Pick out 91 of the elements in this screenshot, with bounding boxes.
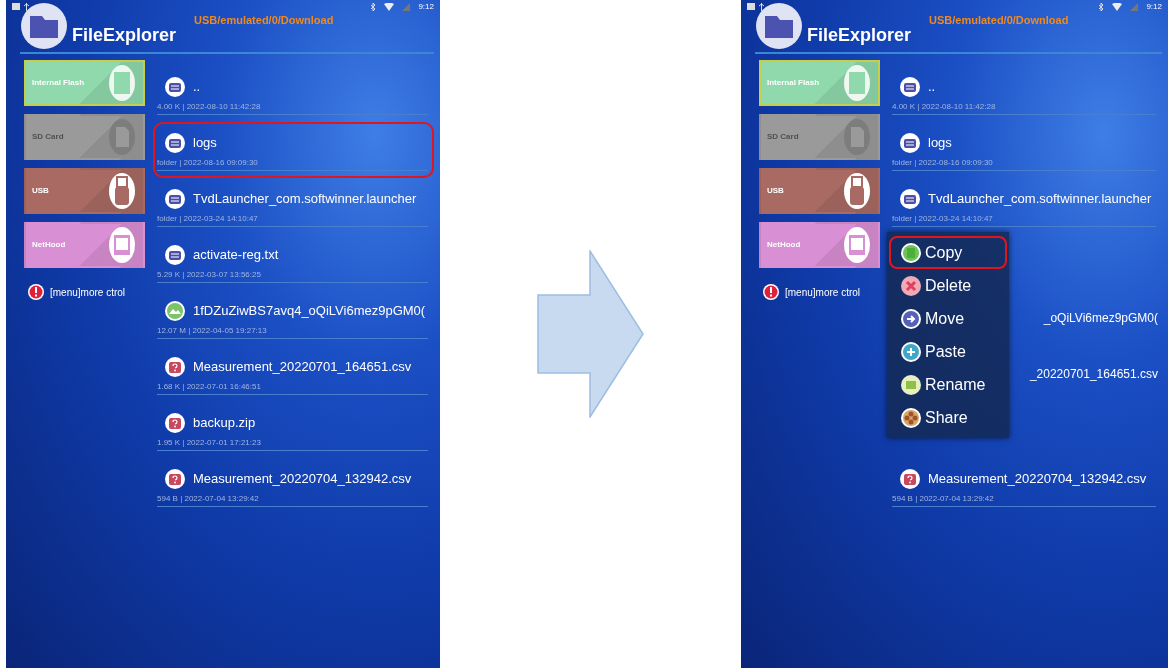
folder-icon bbox=[900, 77, 920, 97]
monitor-icon bbox=[107, 225, 137, 265]
file-row[interactable]: Measurement_20220701_164651.csv 1.68 K | 2022-07-01 16:46:51 bbox=[153, 346, 434, 402]
clock-time: 9:12 bbox=[418, 1, 434, 13]
file-name: TvdLauncher_com.softwinner.launcher bbox=[193, 190, 417, 209]
bluetooth-icon bbox=[1098, 2, 1105, 12]
unknown-file-icon bbox=[165, 469, 185, 489]
file-row[interactable]: logs folder | 2022-08-16 09:09:30 bbox=[153, 122, 434, 178]
app-title: FileExplorer bbox=[807, 24, 912, 47]
sd-card-icon bbox=[842, 117, 872, 157]
path-text: USB/emulated/0/Download bbox=[194, 13, 334, 28]
close-icon bbox=[901, 275, 921, 296]
folder-icon bbox=[20, 2, 68, 50]
arrow-icon bbox=[901, 308, 921, 329]
file-row[interactable]: TvdLauncher_com.softwinner.launcher folder | 2022-03-24 14:10:47 bbox=[153, 178, 434, 234]
file-info: folder | 2022-08-16 09:09:30 bbox=[892, 157, 1156, 171]
menu-item[interactable]: Move bbox=[889, 302, 1007, 335]
storage-tile[interactable]: USB bbox=[24, 168, 145, 214]
alert-icon bbox=[28, 284, 44, 300]
file-row[interactable]: Measurement_20220704_132942.csv 594 B | 2022-07-04 13:29:42 bbox=[888, 458, 1162, 514]
file-row[interactable]: Measurement_20220704_132942.csv 594 B | 2022-07-04 13:29:42 bbox=[153, 458, 434, 514]
file-name: Measurement_20220704_132942.csv bbox=[193, 470, 412, 489]
file-name: Measurement_20220704_132942.csv bbox=[928, 470, 1147, 489]
file-name: backup.zip bbox=[193, 414, 256, 433]
file-info: 1.68 K | 2022-07-01 16:46:51 bbox=[157, 381, 428, 395]
file-info: 594 B | 2022-07-04 13:29:42 bbox=[157, 493, 428, 507]
file-row[interactable]: activate-reg.txt 5.29 K | 2022-03-07 13:56:25 bbox=[153, 234, 434, 290]
wifi-icon bbox=[384, 3, 395, 11]
clock-time: 9:12 bbox=[1146, 1, 1162, 13]
file-info: folder | 2022-08-16 09:09:30 bbox=[157, 157, 428, 171]
plus-icon bbox=[901, 341, 921, 362]
menu-item[interactable]: Rename bbox=[889, 368, 1007, 401]
signal-icon bbox=[402, 3, 411, 11]
file-name: TvdLauncher_com.softwinner.launcher bbox=[928, 190, 1152, 209]
file-name: .. bbox=[928, 78, 936, 97]
monitor-icon bbox=[842, 225, 872, 265]
file-name: _20220701_164651.csv bbox=[1029, 366, 1158, 383]
folder-icon bbox=[755, 2, 803, 50]
wifi-icon bbox=[1112, 3, 1123, 11]
alert-icon bbox=[763, 284, 779, 300]
file-name: .. bbox=[193, 78, 201, 97]
file-name: activate-reg.txt bbox=[193, 246, 279, 265]
file-info: 594 B | 2022-07-04 13:29:42 bbox=[892, 493, 1156, 507]
storage-tile[interactable]: USB bbox=[759, 168, 880, 214]
file-name: Measurement_20220701_164651.csv bbox=[193, 358, 412, 377]
file-info: folder | 2022-03-24 14:10:47 bbox=[157, 213, 428, 227]
folder-icon bbox=[165, 189, 185, 209]
file-name: 1fDZuZiwBS7avq4_oQiLVi6mez9pGM0( bbox=[193, 302, 426, 321]
image-icon bbox=[165, 301, 185, 321]
menu-item[interactable]: Copy bbox=[889, 236, 1007, 269]
file-name: logs bbox=[928, 134, 952, 153]
menu-item[interactable]: Paste bbox=[889, 335, 1007, 368]
hint-text: [menu]more ctrol bbox=[50, 285, 126, 300]
file-row[interactable]: .. 4.00 K | 2022-08-10 11:42:28 bbox=[888, 66, 1162, 122]
unknown-file-icon bbox=[900, 469, 920, 489]
unknown-file-icon bbox=[165, 413, 185, 433]
folder-icon bbox=[165, 245, 185, 265]
file-name: _oQiLVi6mez9pGM0( bbox=[1043, 310, 1158, 327]
folder-icon bbox=[900, 133, 920, 153]
file-info: 1.95 K | 2022-07-01 17:21:23 bbox=[157, 437, 428, 451]
sd-card-icon bbox=[107, 117, 137, 157]
file-row[interactable]: logs folder | 2022-08-16 09:09:30 bbox=[888, 122, 1162, 178]
picture-icon bbox=[12, 3, 20, 10]
usb-stick-icon bbox=[107, 171, 137, 211]
usb-stick-icon bbox=[842, 171, 872, 211]
path-text: USB/emulated/0/Download bbox=[929, 13, 1069, 28]
file-info: 4.00 K | 2022-08-10 11:42:28 bbox=[157, 101, 428, 115]
app-title: FileExplorer bbox=[72, 24, 177, 47]
file-info: 4.00 K | 2022-08-10 11:42:28 bbox=[892, 101, 1156, 115]
menu-item[interactable]: Delete bbox=[889, 269, 1007, 302]
folder-icon bbox=[900, 189, 920, 209]
picture-icon bbox=[747, 3, 755, 10]
file-row[interactable]: backup.zip 1.95 K | 2022-07-01 17:21:23 bbox=[153, 402, 434, 458]
menu-item[interactable]: Share bbox=[889, 401, 1007, 434]
unknown-file-icon bbox=[165, 357, 185, 377]
hint-text: [menu]more ctrol bbox=[785, 285, 861, 300]
bluetooth-icon bbox=[370, 2, 377, 12]
file-row[interactable]: .. 4.00 K | 2022-08-10 11:42:28 bbox=[153, 66, 434, 122]
file-row[interactable]: 1fDZuZiwBS7avq4_oQiLVi6mez9pGM0( 12.07 M | 2022-04-05 19:27:13 bbox=[153, 290, 434, 346]
folder-icon bbox=[165, 133, 185, 153]
signal-icon bbox=[1130, 3, 1139, 11]
file-row[interactable]: TvdLauncher_com.softwinner.launcher folder | 2022-03-24 14:10:47 bbox=[888, 178, 1162, 234]
share-icon bbox=[901, 407, 921, 428]
file-info: folder | 2022-03-24 14:10:47 bbox=[892, 213, 1156, 227]
file-info: 12.07 M | 2022-04-05 19:27:13 bbox=[157, 325, 428, 339]
usb-icon bbox=[759, 3, 764, 11]
usb-icon bbox=[24, 3, 29, 11]
file-name: logs bbox=[193, 134, 217, 153]
square-icon bbox=[901, 242, 921, 263]
folder-icon bbox=[165, 77, 185, 97]
file-info: 5.29 K | 2022-03-07 13:56:25 bbox=[157, 269, 428, 283]
